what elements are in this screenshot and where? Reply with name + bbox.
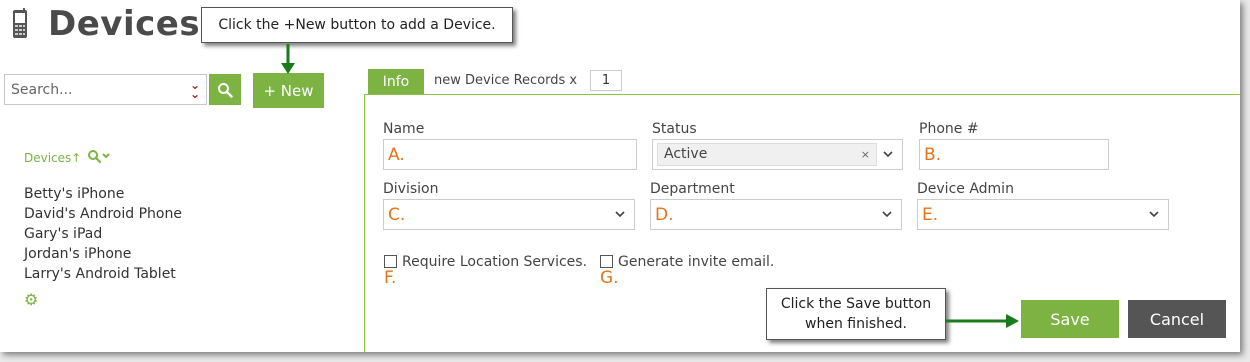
gear-icon[interactable]: ⚙ [24, 290, 38, 309]
phone-field[interactable]: B. [919, 139, 1109, 170]
generate-invite-checkbox[interactable] [600, 255, 613, 268]
status-tag: Active × [657, 143, 877, 166]
list-item[interactable]: Larry's Android Tablet [24, 264, 182, 284]
chevron-down-icon [1149, 211, 1159, 218]
division-select[interactable]: C. [383, 199, 635, 230]
device-admin-select[interactable]: E. [917, 199, 1169, 230]
field-marker: B. [924, 145, 942, 165]
cancel-button[interactable]: Cancel [1128, 300, 1226, 338]
name-label: Name [383, 121, 425, 137]
new-button-callout: Click the +New button to add a Device. [201, 7, 513, 43]
callout-text-line: when finished. [805, 316, 907, 332]
search-button[interactable] [209, 74, 241, 105]
search-input[interactable]: Search... ⌄ ⌄ [4, 74, 207, 105]
mobile-phone-icon [13, 8, 27, 38]
search-icon [218, 82, 233, 98]
field-marker: F. [384, 268, 397, 288]
generate-invite-label[interactable]: Generate invite email. [618, 254, 774, 270]
chevron-down-icon [615, 211, 625, 218]
field-marker: D. [655, 205, 674, 225]
save-button[interactable]: Save [1021, 300, 1119, 338]
chevron-down-icon [882, 211, 892, 218]
list-item[interactable]: Jordan's iPhone [24, 244, 182, 264]
new-button[interactable]: + New [253, 73, 324, 108]
field-marker: E. [922, 205, 939, 225]
department-label: Department [650, 181, 735, 197]
device-list: Betty's iPhone David's Android Phone Gar… [24, 184, 182, 284]
search-placeholder: Search... [11, 82, 73, 98]
tab-info[interactable]: Info [368, 69, 424, 95]
status-select[interactable]: Active × [652, 139, 903, 170]
list-item[interactable]: Betty's iPhone [24, 184, 182, 204]
field-marker: A. [388, 145, 405, 165]
records-count-input[interactable]: 1 [590, 70, 622, 91]
status-value: Active [664, 146, 708, 162]
save-button-callout: Click the Save button when finished. [766, 288, 946, 340]
status-label: Status [652, 121, 697, 137]
double-chevron-down-icon[interactable]: ⌄ ⌄ [190, 79, 200, 100]
chevron-down-icon[interactable] [882, 148, 894, 160]
list-item[interactable]: Gary's iPad [24, 224, 182, 244]
name-field[interactable]: A. [383, 139, 637, 170]
field-marker: G. [600, 268, 619, 288]
app-window: Devices Search... ⌄ ⌄ + New Devices↑ Bett… [0, 0, 1240, 352]
department-select[interactable]: D. [650, 199, 902, 230]
clear-icon[interactable]: × [861, 144, 870, 165]
filter-search-icon[interactable] [87, 149, 113, 165]
device-admin-label: Device Admin [917, 181, 1014, 197]
division-label: Division [383, 181, 439, 197]
require-location-label[interactable]: Require Location Services. [402, 254, 587, 270]
field-marker: C. [388, 205, 406, 225]
sort-devices-link[interactable]: Devices↑ [24, 151, 81, 165]
list-item[interactable]: David's Android Phone [24, 204, 182, 224]
phone-label: Phone # [919, 121, 979, 137]
callout-text-line: Click the Save button [780, 296, 932, 312]
records-label: new Device Records x [434, 73, 578, 88]
require-location-checkbox[interactable] [384, 255, 397, 268]
page-title: Devices [48, 4, 201, 44]
